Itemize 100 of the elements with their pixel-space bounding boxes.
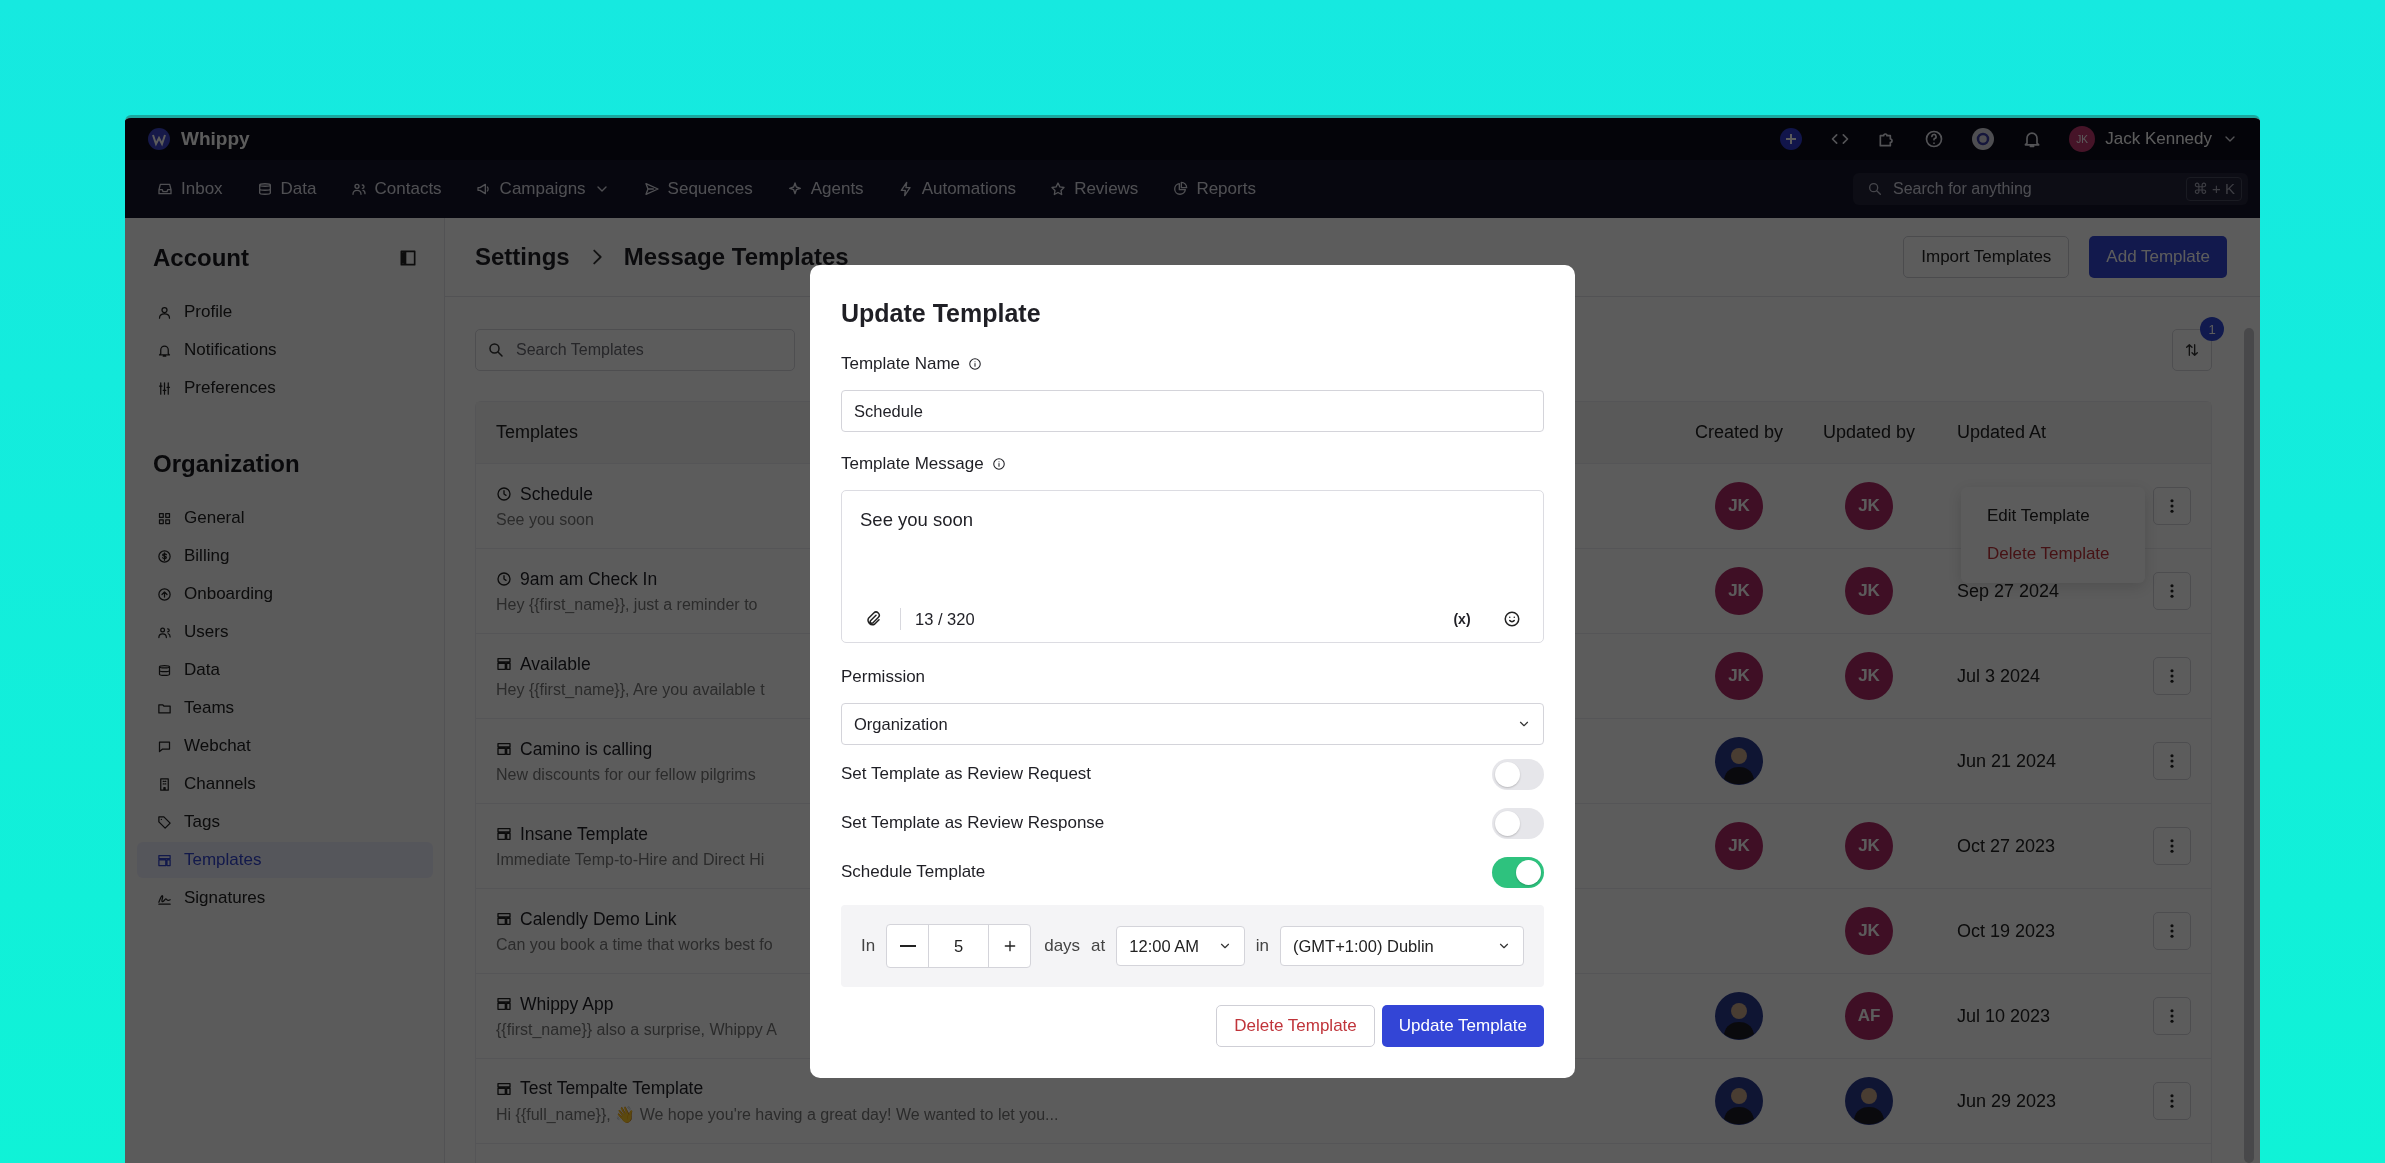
sidebar-item[interactable]: Signatures — [137, 880, 433, 916]
sidebar-item[interactable]: Data — [137, 652, 433, 688]
sidebar-item[interactable]: Billing — [137, 538, 433, 574]
template-name: Calendly Demo Link — [520, 908, 677, 930]
field-label: Template Name — [841, 354, 961, 374]
avatar: JK — [1715, 482, 1763, 530]
sidebar-item[interactable]: Profile — [137, 294, 433, 330]
more-button[interactable] — [2153, 487, 2191, 525]
smiley-icon — [1503, 610, 1521, 628]
avatar: JK — [1715, 567, 1763, 615]
sidebar-item[interactable]: Preferences — [137, 370, 433, 406]
app-name: Whippy — [181, 128, 250, 150]
section-heading: Account — [153, 244, 249, 272]
nav-item[interactable]: Data — [256, 179, 317, 199]
sidebar-item[interactable]: Teams — [137, 690, 433, 726]
help-icon — [1924, 129, 1945, 149]
more-icon — [2170, 924, 2174, 938]
column-header: Created by — [1693, 422, 1785, 443]
avatar: JK — [2069, 126, 2096, 152]
avatar-icon — [1715, 737, 1763, 785]
nav-item[interactable]: Sequences — [643, 179, 753, 199]
more-icon — [2170, 669, 2174, 683]
more-button[interactable] — [2153, 657, 2191, 695]
time-select[interactable]: 12:00 AM — [1116, 926, 1245, 966]
nav-item[interactable]: Reports — [1172, 179, 1256, 199]
table-cell: Jul 3 2024 — [1957, 665, 2041, 686]
avatar: JK — [1845, 482, 1893, 530]
sidebar-item[interactable]: Templates — [137, 842, 433, 878]
toggle-switch[interactable] — [1492, 807, 1544, 839]
count-badge: 1 — [2200, 317, 2224, 341]
sidebar-item[interactable]: Notifications — [137, 332, 433, 368]
user-menu[interactable]: JK Jack Kennedy — [2069, 126, 2238, 152]
sidebar-item[interactable]: Webchat — [137, 728, 433, 764]
sidebar-item[interactable]: Channels — [137, 766, 433, 802]
sidebar-item[interactable]: Users — [137, 614, 433, 650]
more-button[interactable] — [2153, 912, 2191, 950]
schedule-text: at — [1091, 936, 1106, 956]
table-cell: Jul 10 2023 — [1957, 1005, 2051, 1026]
nav-item[interactable]: Inbox — [157, 179, 223, 199]
template-name: 9am am Check In — [520, 568, 658, 590]
add-button[interactable]: Add Template — [2089, 236, 2227, 278]
character-counter: 13 / 320 — [915, 609, 975, 629]
avatar-icon — [1845, 1077, 1893, 1125]
column-header: Updated by — [1821, 422, 1917, 443]
add-icon[interactable] — [1779, 127, 1804, 151]
import-button[interactable]: Import Templates — [1903, 236, 2070, 278]
search-icon — [1867, 181, 1883, 197]
variable-button[interactable]: (x) — [1449, 606, 1475, 632]
input-field[interactable]: Schedule — [841, 390, 1544, 432]
toggle-label: Set Template as Review Request — [841, 764, 1092, 784]
more-icon — [2170, 754, 2174, 768]
template-name: Camino is calling — [520, 738, 653, 760]
bell-icon — [157, 342, 172, 358]
nav-item[interactable]: Reviews — [1050, 179, 1139, 199]
table-cell: Sep 27 2024 — [1957, 580, 2060, 601]
update-button[interactable]: Update Template — [1381, 1005, 1544, 1047]
nav-item[interactable]: Agents — [786, 179, 864, 199]
avatar-icon — [1715, 992, 1763, 1040]
toggle-switch[interactable] — [1492, 758, 1544, 790]
settings-icon[interactable] — [1971, 127, 1996, 151]
timezone-select[interactable]: (GMT+1:00) Dublin — [1280, 926, 1524, 966]
menu-item[interactable]: Edit Template — [1961, 497, 2145, 535]
breadcrumb-item[interactable]: Settings — [475, 243, 570, 271]
delete-button[interactable]: Delete Template — [1216, 1005, 1375, 1047]
permission-select[interactable]: Organization — [841, 703, 1544, 745]
menu-item[interactable]: Delete Template — [1961, 535, 2145, 573]
more-button[interactable] — [2153, 827, 2191, 865]
more-button[interactable] — [2153, 997, 2191, 1035]
chat-bubble-icon — [157, 738, 172, 754]
clock-icon — [496, 486, 512, 502]
more-button[interactable] — [2153, 742, 2191, 780]
nav-item[interactable]: Automations — [897, 179, 1017, 199]
nav-item[interactable]: Contacts — [350, 179, 442, 199]
more-button[interactable] — [2153, 1082, 2191, 1120]
column-header: Templates — [496, 422, 580, 443]
avatar-icon — [1715, 1077, 1763, 1125]
number-field[interactable]: 5 — [928, 925, 990, 967]
section-heading: Organization — [153, 450, 300, 478]
toggle-switch[interactable] — [1492, 856, 1544, 888]
number-stepper[interactable]: 5 — [886, 924, 1032, 968]
avatar: JK — [1715, 652, 1763, 700]
person-icon — [157, 304, 172, 320]
table-cell: Jun 29 2023 — [1957, 1090, 2057, 1111]
avatar: JK — [1845, 567, 1893, 615]
layout-icon — [496, 741, 512, 757]
people-icon — [157, 624, 172, 640]
message-field[interactable]: See you soon 13 / 320 (x) — [841, 490, 1544, 643]
grid-icon — [157, 510, 172, 526]
more-button[interactable] — [2153, 572, 2191, 610]
star-icon — [1050, 181, 1067, 197]
paperclip-icon — [864, 610, 882, 628]
layout-icon — [496, 656, 512, 672]
sliders-icon — [157, 380, 172, 396]
nav-item[interactable]: Campaigns — [475, 179, 610, 199]
template-name: Test Tempalte Template — [520, 1078, 704, 1099]
sidebar-item[interactable]: Onboarding — [137, 576, 433, 612]
layout-icon — [157, 852, 172, 868]
sidebar-item[interactable]: Tags — [137, 804, 433, 840]
field-label: Template Message — [841, 454, 984, 474]
sidebar-item[interactable]: General — [137, 500, 433, 536]
